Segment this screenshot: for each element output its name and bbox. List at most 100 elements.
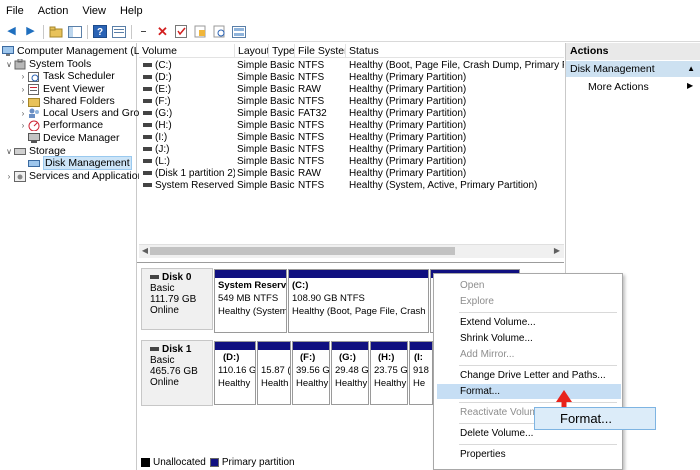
volume-row[interactable]: (H:) Simple Basic NTFS Healthy (Primary Part… xyxy=(139,120,564,132)
expand-icon[interactable]: › xyxy=(18,109,28,118)
partition-e[interactable]: 15.87 ( Health xyxy=(257,341,291,405)
tree-item-system-tools[interactable]: ∨ System Tools xyxy=(4,58,91,70)
volume-cell-volume: (C:) xyxy=(141,60,235,72)
help-icon[interactable]: ? xyxy=(92,24,107,39)
legend-primary: Primary partition xyxy=(221,456,295,468)
connect-icon[interactable]: ⎯ xyxy=(136,24,151,39)
scrollbar-thumb[interactable] xyxy=(150,247,455,255)
legend: Unallocated Primary partition xyxy=(140,456,295,468)
expand-icon[interactable]: › xyxy=(18,85,28,94)
volume-name: (C:) xyxy=(155,60,172,71)
menu-item-format[interactable]: Format... xyxy=(437,384,621,399)
properties-icon[interactable] xyxy=(111,24,126,39)
volume-name: (G:) xyxy=(155,108,173,119)
legend-unallocated: Unallocated xyxy=(153,456,206,468)
tree-item-device-manager[interactable]: Device Manager xyxy=(28,132,119,144)
menu-item-shrink-volume[interactable]: Shrink Volume... xyxy=(437,331,621,346)
collapse-icon[interactable]: ∨ xyxy=(4,147,14,156)
volume-cell-fs: NTFS xyxy=(298,72,325,83)
volume-cell-status: Healthy (Boot, Page File, Crash Dump, Pr… xyxy=(349,60,564,71)
storage-icon xyxy=(14,146,26,157)
menu-item-extend-volume[interactable]: Extend Volume... xyxy=(437,315,621,330)
services-icon xyxy=(14,170,26,182)
open-file-icon[interactable] xyxy=(193,24,208,39)
volume-icon xyxy=(143,182,152,187)
disk-view-icon[interactable] xyxy=(231,24,246,39)
collapse-icon[interactable]: ∨ xyxy=(4,60,14,69)
volume-cell-layout: Simple xyxy=(237,84,268,95)
context-menu: Open Explore Extend Volume... Shrink Vol… xyxy=(433,273,623,470)
column-header-status[interactable]: Status xyxy=(346,44,564,58)
volume-cell-type: Basic xyxy=(270,108,295,119)
column-header-type[interactable]: Type xyxy=(269,44,295,58)
tree-item-shared-folders[interactable]: › Shared Folders xyxy=(18,95,115,107)
volume-cell-status: Healthy (Primary Partition) xyxy=(349,144,467,155)
partition-h[interactable]: (H:) 23.75 G Healthy xyxy=(370,341,408,405)
search-file-icon[interactable] xyxy=(212,24,227,39)
partition-c[interactable]: (C:) 108.90 GB NTFS Healthy (Boot, Page … xyxy=(288,269,429,333)
volume-cell-fs: NTFS xyxy=(298,60,325,71)
volume-row[interactable]: (Disk 1 partition 2) Simple Basic RAW Health… xyxy=(139,168,564,180)
volume-cell-fs: RAW xyxy=(298,168,321,179)
expand-icon[interactable]: › xyxy=(18,121,28,130)
more-actions[interactable]: More Actions xyxy=(588,81,649,93)
expand-icon[interactable]: › xyxy=(4,172,14,181)
volume-row[interactable]: (J:) Simple Basic NTFS Healthy (Primary Part… xyxy=(139,144,564,156)
disk-management-icon xyxy=(28,158,40,169)
menu-action[interactable]: Action xyxy=(38,5,69,17)
partition-system-reserved[interactable]: System Reserve 549 MB NTFS Healthy (Syst… xyxy=(214,269,287,333)
volume-name: (H:) xyxy=(155,120,172,131)
partition-d[interactable]: (D:) 110.16 G Healthy xyxy=(214,341,256,405)
volume-row[interactable]: (L:) Simple Basic NTFS Healthy (Primary Part… xyxy=(139,156,564,168)
volume-cell-layout: Simple xyxy=(237,180,268,191)
console-tree-icon[interactable] xyxy=(67,24,82,39)
menu-file[interactable]: File xyxy=(6,5,24,17)
up-folder-icon[interactable] xyxy=(48,24,63,39)
volume-cell-fs: NTFS xyxy=(298,120,325,131)
scroll-right-icon[interactable]: ▶ xyxy=(551,244,563,258)
volume-row[interactable]: (E:) Simple Basic RAW Healthy (Primary Parti… xyxy=(139,84,564,96)
volume-list: Volume Layout Type File System Status (C… xyxy=(139,43,564,261)
disk-0-label[interactable]: Disk 0 Basic 111.79 GB Online xyxy=(141,268,213,330)
volume-cell-layout: Simple xyxy=(237,168,268,179)
delete-icon[interactable]: ✕ xyxy=(155,24,170,39)
expand-icon[interactable]: › xyxy=(18,97,28,106)
volume-row[interactable]: (G:) Simple Basic FAT32 Healthy (Primary Par… xyxy=(139,108,564,120)
back-icon[interactable]: ◀ xyxy=(4,24,19,39)
tree-item-task-scheduler[interactable]: › Task Scheduler xyxy=(18,70,115,82)
partition-f[interactable]: (F:) 39.56 G Healthy xyxy=(292,341,330,405)
partition-i[interactable]: (I: 918 He xyxy=(409,341,433,405)
disk-icon xyxy=(150,274,159,279)
partition-g[interactable]: (G:) 29.48 G Healthy xyxy=(331,341,369,405)
volume-row[interactable]: (I:) Simple Basic NTFS Healthy (Primary Part… xyxy=(139,132,564,144)
tree-item-services-applications[interactable]: › Services and Applications xyxy=(4,170,149,182)
expand-icon[interactable]: › xyxy=(18,72,28,81)
volume-row[interactable]: System Reserved (K:)SimpleBasicNTFS Healt… xyxy=(139,180,564,192)
column-header-layout[interactable]: Layout xyxy=(235,44,269,58)
forward-icon[interactable]: ▶ xyxy=(23,24,38,39)
menu-help[interactable]: Help xyxy=(120,5,143,17)
column-header-volume[interactable]: Volume xyxy=(139,44,235,58)
volume-icon xyxy=(143,62,152,67)
tree-item-disk-management[interactable]: Disk Management xyxy=(28,156,132,170)
tree-item-computer-management[interactable]: Computer Management (Local xyxy=(2,45,159,57)
tree-item-event-viewer[interactable]: › Event Viewer xyxy=(18,83,105,95)
menu-item-change-drive-letter[interactable]: Change Drive Letter and Paths... xyxy=(437,368,621,383)
volume-row[interactable]: (C:) Simple Basic NTFS Healthy (Boot, Page F… xyxy=(139,60,564,72)
menu-item-properties[interactable]: Properties xyxy=(437,447,621,462)
collapse-up-icon[interactable]: ▲ xyxy=(687,61,695,77)
actions-section-disk-management[interactable]: Disk Management ▲ xyxy=(566,61,700,77)
column-header-file-system[interactable]: File System xyxy=(295,44,346,58)
menu-view[interactable]: View xyxy=(82,5,106,17)
menu-separator xyxy=(459,444,617,445)
tree-item-performance[interactable]: › Performance xyxy=(18,119,103,131)
volume-cell-status: Healthy (Primary Partition) xyxy=(349,156,467,167)
volume-row[interactable]: (D:) Simple Basic NTFS Healthy (Primary Part… xyxy=(139,72,564,84)
menu-separator xyxy=(459,312,617,313)
tree-item-local-users-groups[interactable]: › Local Users and Groups xyxy=(18,107,157,119)
volume-cell-fs: RAW xyxy=(298,84,321,95)
volume-row[interactable]: (F:) Simple Basic NTFS Healthy (Primary Part… xyxy=(139,96,564,108)
disk-1-label[interactable]: Disk 1 Basic 465.76 GB Online xyxy=(141,340,213,406)
checklist-icon[interactable] xyxy=(174,24,189,39)
volume-icon xyxy=(143,98,152,103)
